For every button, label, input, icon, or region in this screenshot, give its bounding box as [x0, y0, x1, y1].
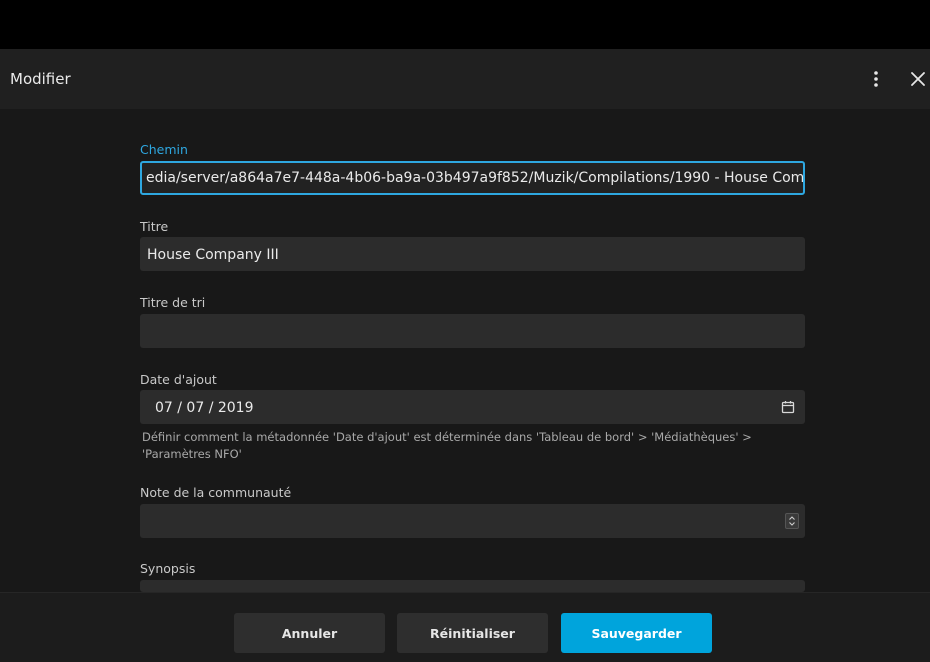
path-label: Chemin — [140, 142, 188, 157]
date-added-help: Définir comment la métadonnée 'Date d'aj… — [142, 430, 752, 461]
community-rating-input[interactable] — [140, 504, 805, 538]
date-added-value: 07 / 07 / 2019 — [155, 400, 254, 416]
dialog-header: Modifier — [0, 49, 930, 109]
sort-title-label: Titre de tri — [140, 295, 206, 310]
title-label: Titre — [140, 219, 169, 234]
more-vertical-icon[interactable] — [864, 67, 888, 91]
synopsis-input[interactable] — [140, 580, 805, 592]
close-icon[interactable] — [906, 67, 930, 91]
calendar-icon[interactable] — [780, 399, 796, 415]
dialog-footer: Annuler Réinitialiser Sauvegarder — [0, 592, 930, 662]
date-added-label: Date d'ajout — [140, 372, 217, 387]
path-value: edia/server/a864a7e7-448a-4b06-ba9a-03b4… — [146, 170, 805, 186]
synopsis-label: Synopsis — [140, 561, 196, 576]
spinner-icon[interactable] — [785, 513, 799, 529]
reset-button[interactable]: Réinitialiser — [397, 613, 548, 653]
path-input[interactable]: edia/server/a864a7e7-448a-4b06-ba9a-03b4… — [140, 161, 805, 195]
community-rating-label: Note de la communauté — [140, 485, 292, 500]
sort-title-input[interactable] — [140, 314, 805, 348]
title-value: House Company III — [147, 247, 279, 263]
edit-dialog: Modifier Chemin edia/server/a864a7e7-448… — [0, 49, 930, 662]
dialog-title: Modifier — [10, 70, 71, 88]
save-button[interactable]: Sauvegarder — [561, 613, 712, 653]
date-added-input[interactable]: 07 / 07 / 2019 — [140, 390, 805, 424]
cancel-button[interactable]: Annuler — [234, 613, 385, 653]
title-input[interactable]: House Company III — [140, 237, 805, 271]
